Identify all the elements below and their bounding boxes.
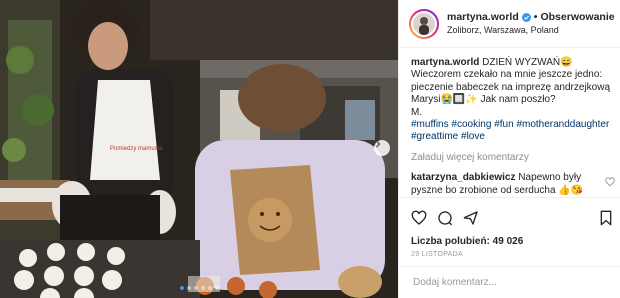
comment-username[interactable]: katarzyna_dabkiewicz	[411, 172, 516, 183]
load-more-comments-button[interactable]: Załaduj więcej komentarzy	[411, 152, 615, 164]
caption-username[interactable]: martyna.world	[411, 57, 479, 68]
kitchen-photo: Pomiedzy mamusia	[0, 0, 398, 298]
instagram-post: Pomiedzy mamusia martyna.world • Obserwo…	[0, 0, 620, 298]
username-link[interactable]: martyna.world	[447, 11, 519, 24]
carousel-dot	[186, 286, 191, 290]
post-sidebar: martyna.world • Obserwowanie Zoliborz, W…	[398, 0, 620, 298]
post-date: 29 LISTOPADA	[411, 251, 463, 258]
carousel-dot	[193, 286, 198, 290]
save-button[interactable]	[599, 210, 613, 226]
caption-signature: M.	[411, 106, 423, 118]
next-slide-button[interactable]	[374, 140, 390, 156]
post-photo[interactable]: Pomiedzy mamusia	[0, 0, 398, 298]
follow-button[interactable]: Obserwowanie	[540, 11, 614, 24]
share-button[interactable]	[463, 210, 479, 226]
carousel-dot	[214, 286, 219, 290]
comment-like-heart-icon[interactable]	[604, 177, 615, 187]
post-actions: Liczba polubień: 49 026 29 LISTOPADA	[399, 197, 620, 258]
verified-badge-icon	[521, 12, 531, 22]
comment-bubble-icon	[438, 211, 453, 226]
carousel-dot	[207, 286, 212, 290]
add-comment-bar	[399, 266, 620, 298]
carousel-dot	[200, 286, 205, 290]
avatar[interactable]	[409, 8, 439, 39]
chevron-right-icon	[376, 140, 381, 148]
share-icon	[463, 211, 478, 225]
comment-input[interactable]	[411, 276, 613, 289]
comment-button[interactable]	[437, 210, 453, 226]
location-link[interactable]: Zoliborz, Warszawa, Poland	[447, 24, 615, 37]
bookmark-icon	[600, 210, 611, 226]
avatar-image	[413, 12, 435, 35]
comment-item: katarzyna_dabkiewicz Napewno były pyszne…	[411, 172, 615, 197]
caption-hashtags[interactable]: #muffins #cooking #fun #motheranddaughte…	[411, 119, 609, 142]
apron-text: Pomiedzy mamusia	[110, 146, 163, 152]
post-header: martyna.world • Obserwowanie Zoliborz, W…	[399, 0, 620, 48]
caption-area: martyna.world DZIEŃ WYZWAŃ😄 Wieczorem cz…	[399, 48, 620, 298]
like-button[interactable]	[411, 210, 427, 226]
caption: martyna.world DZIEŃ WYZWAŃ😄 Wieczorem cz…	[411, 57, 615, 144]
heart-icon	[411, 210, 427, 225]
carousel-dot	[179, 286, 184, 290]
likes-count[interactable]: Liczba polubień: 49 026	[411, 236, 613, 247]
carousel-indicator	[0, 286, 398, 290]
separator-dot: •	[533, 10, 538, 23]
